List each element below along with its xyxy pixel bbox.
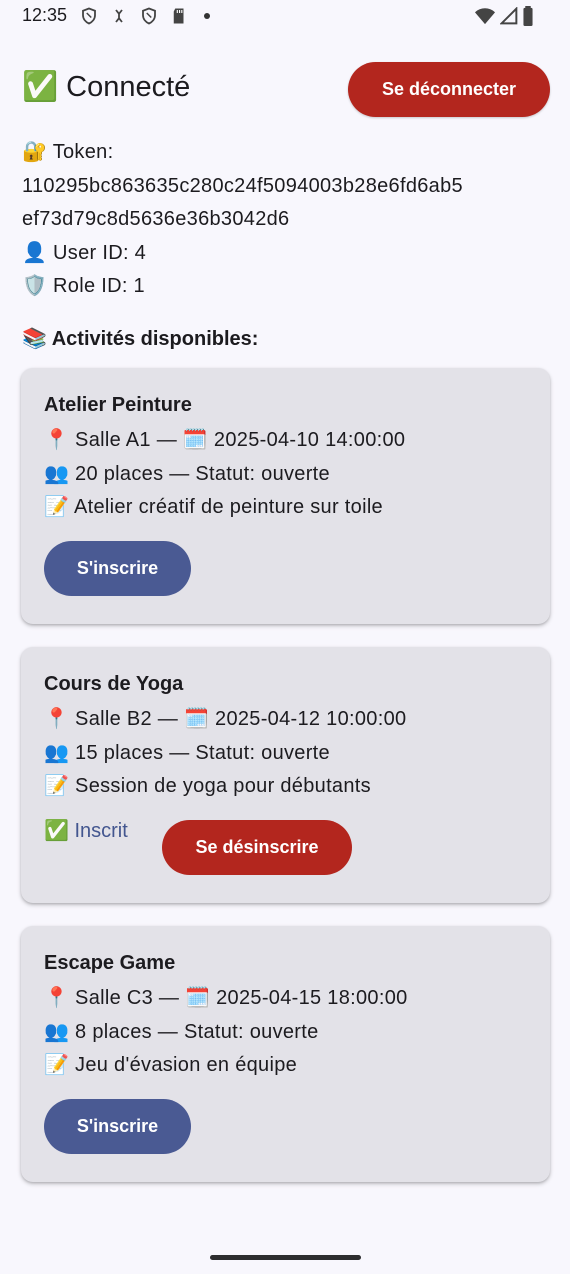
registered-label: Inscrit [74,820,128,842]
battery-icon [523,6,533,26]
wifi-icon [475,8,495,25]
activity-description: 📝 Session de yoga pour débutants [44,775,371,797]
user-info: 🔐 Token: 110295bc863635c280c24f5094003b2… [22,136,552,304]
activity-places-status: 👥 8 places — Statut: ouverte [44,1021,319,1043]
register-button[interactable]: S'inscrire [44,541,191,596]
status-time: 12:35 [22,5,68,25]
token-value-line-2: ef73d79c8d5636e36b3042d6 [22,208,290,230]
unregister-button[interactable]: Se désinscrire [162,820,352,875]
activity-card: Cours de Yoga 📍 Salle B2 — 🗓️ 2025-04-12… [21,647,550,903]
page-title: ✅ Connecté [22,71,191,103]
role-id: 🛡️ Role ID: 1 [22,275,145,297]
activity-card: Escape Game 📍 Salle C3 — 🗓️ 2025-04-15 1… [21,926,550,1182]
activities-section-title: 📚 Activités disponibles: [22,328,259,350]
activity-title: Escape Game [44,952,176,974]
sd-card-icon [173,8,184,24]
token-value-line-1: 110295bc863635c280c24f5094003b28e6fd6ab5 [22,174,463,197]
activity-description: 📝 Jeu d'évasion en équipe [44,1054,298,1076]
notification-dot-icon [204,13,210,19]
logout-button[interactable]: Se déconnecter [348,62,550,117]
shield-icon [142,7,156,25]
activity-location-date: 📍 Salle B2 — 🗓️ 2025-04-12 10:00:00 [44,708,407,730]
activity-location-date: 📍 Salle A1 — 🗓️ 2025-04-10 14:00:00 [44,429,406,451]
status-bar: 12:35 [0,0,570,34]
registered-status: ✅ Inscrit [44,818,128,843]
activity-card: Atelier Peinture 📍 Salle A1 — 🗓️ 2025-04… [21,368,550,624]
register-button[interactable]: S'inscrire [44,1099,191,1154]
signal-icon [500,7,518,25]
activity-places-status: 👥 20 places — Statut: ouverte [44,463,330,485]
check-icon: ✅ [44,820,69,842]
token-label: 🔐 Token: [22,141,114,163]
data-transfer-icon [115,9,123,23]
user-id: 👤 User ID: 4 [22,241,147,264]
activity-location-date: 📍 Salle C3 — 🗓️ 2025-04-15 18:00:00 [44,987,408,1009]
activity-places-status: 👥 15 places — Statut: ouverte [44,742,330,764]
activity-title: Cours de Yoga [44,673,184,695]
activity-title: Atelier Peinture [44,394,192,416]
shield-icon [82,7,96,25]
home-indicator[interactable] [210,1255,361,1260]
activity-description: 📝 Atelier créatif de peinture sur toile [44,496,383,518]
